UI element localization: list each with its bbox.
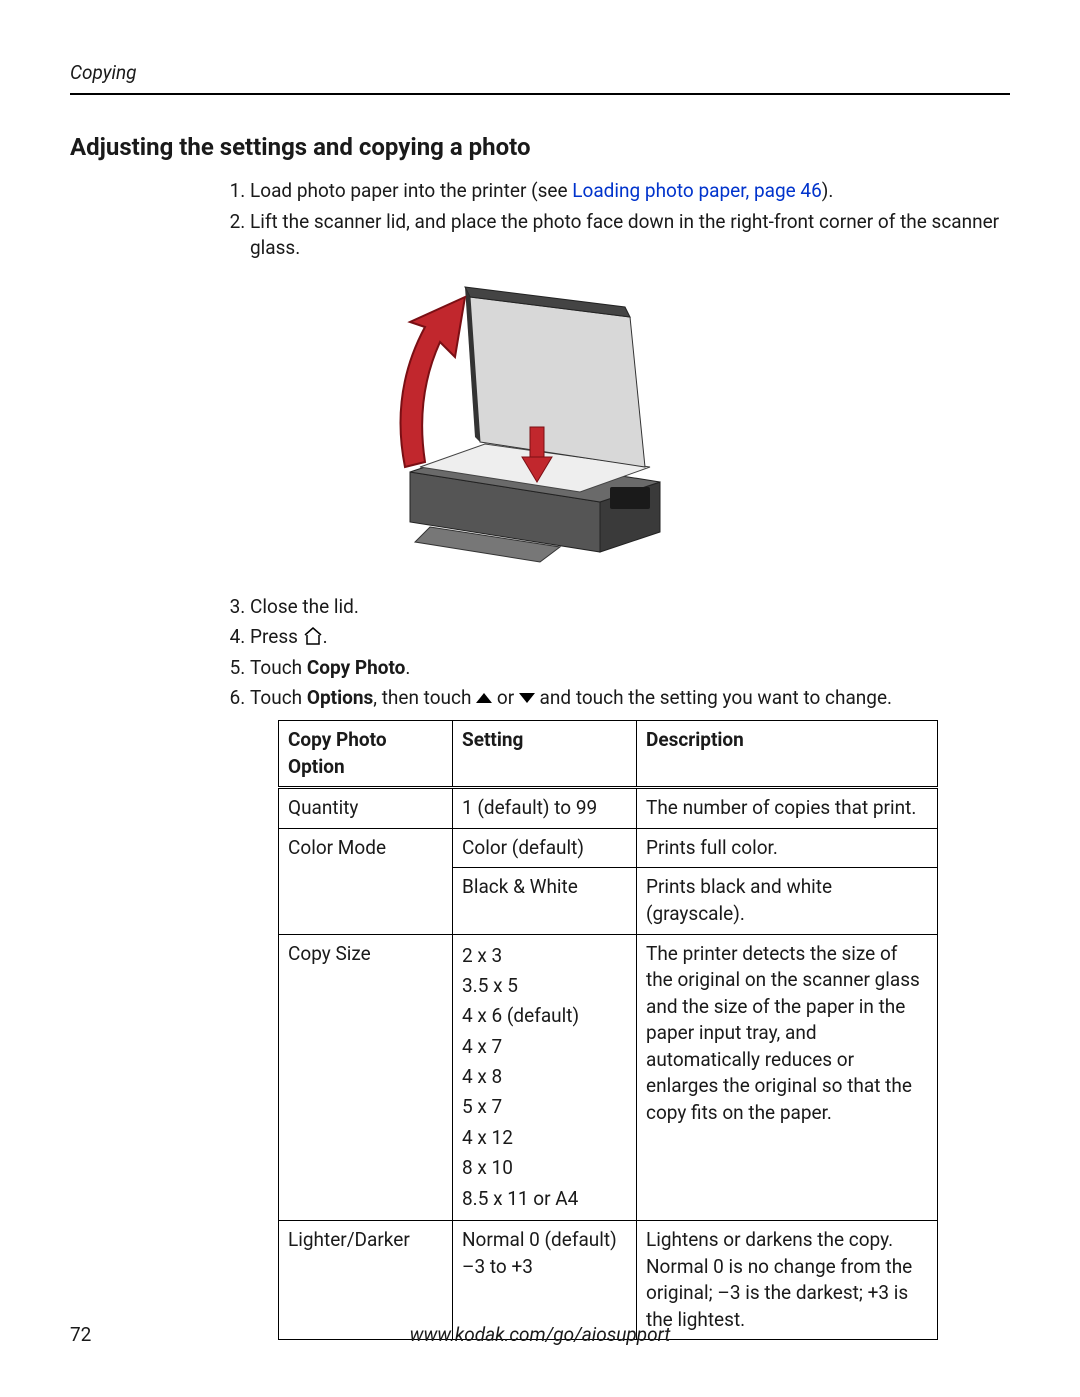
footer-url: www.kodak.com/go/aiosupport [0,1322,1080,1349]
arrow-down-icon [519,693,535,703]
printer-illustration [370,272,670,572]
step-5: Touch Copy Photo. [250,655,1010,682]
options-label: Options [307,686,373,709]
th-option: Copy Photo Option [279,720,453,787]
home-icon [303,626,323,644]
section-label: Copying [70,61,137,84]
printer-figure [370,272,1010,580]
steps-list: Load photo paper into the printer (see L… [250,178,1010,262]
step-3: Close the lid. [250,594,1010,621]
copy-photo-options-table: Copy Photo Option Setting Description Qu… [278,720,938,1340]
table-row: Quantity 1 (default) to 99 The number of… [279,788,938,829]
copy-photo-label: Copy Photo [307,656,406,679]
th-setting: Setting [453,720,637,787]
table-row: Copy Size 2 x 3 3.5 x 5 4 x 6 (default) … [279,934,938,1221]
page-header: Copying [70,60,1010,95]
step-4: Press . [250,624,1010,651]
step-2: Lift the scanner lid, and place the phot… [250,209,1010,262]
link-loading-photo-paper[interactable]: Loading photo paper, page 46 [572,179,821,202]
step-1: Load photo paper into the printer (see L… [250,178,1010,205]
page-footer: 72 www.kodak.com/go/aiosupport [0,1322,1080,1349]
steps-list-cont: Close the lid. Press . Touch Copy Photo.… [250,594,1010,712]
section-title: Adjusting the settings and copying a pho… [70,131,1010,165]
size-list: 2 x 3 3.5 x 5 4 x 6 (default) 4 x 7 4 x … [462,941,627,1215]
th-description: Description [637,720,938,787]
table-row: Color Mode Color (default) Prints full c… [279,828,938,868]
step-6: Touch Options, then touch or and touch t… [250,685,1010,712]
arrow-up-icon [476,693,492,703]
